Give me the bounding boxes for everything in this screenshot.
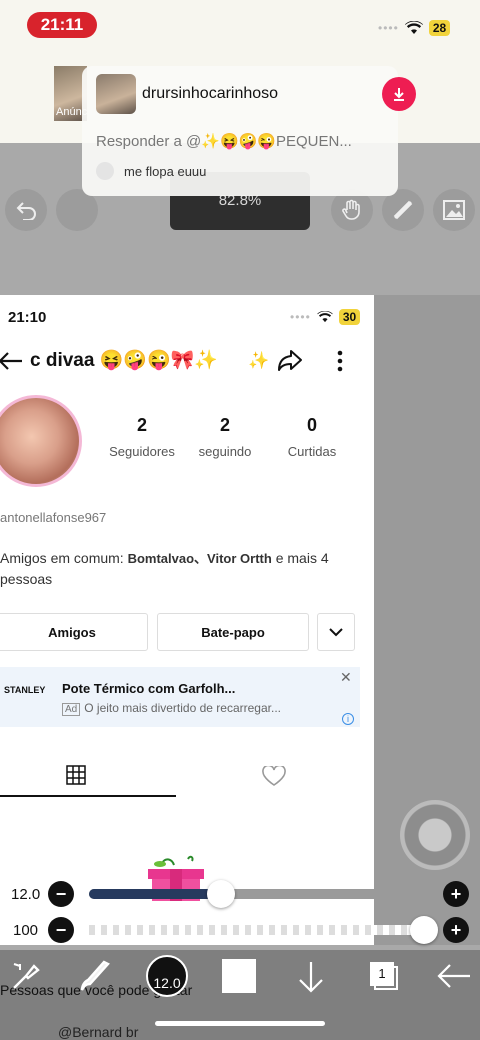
wifi-icon xyxy=(317,311,333,323)
inner-status-indicators: •••• 30 xyxy=(290,309,361,325)
download-button[interactable] xyxy=(382,77,416,111)
sparkle-icon: ✨ xyxy=(248,351,270,370)
opacity-slider[interactable] xyxy=(89,925,427,935)
stat-label: Curtidas xyxy=(287,444,337,459)
status-clock: 21:11 xyxy=(27,12,97,38)
back-arrow-icon xyxy=(0,352,22,370)
brush-size-minus-button[interactable]: − xyxy=(48,881,74,907)
stat-following: 2 seguindo xyxy=(185,415,265,459)
stat-label: Seguidores xyxy=(109,444,175,459)
status-indicators: •••• 28 xyxy=(378,18,451,38)
comment-preview: me flopa euuu xyxy=(96,162,206,180)
heart-icon xyxy=(262,766,286,786)
grid-icon xyxy=(66,765,86,785)
stat-number: 2 xyxy=(136,415,147,435)
ruler-icon xyxy=(393,200,413,220)
ad-tag: Ad xyxy=(62,703,81,716)
brush-size-fill xyxy=(89,889,221,899)
image-icon xyxy=(443,200,465,220)
notification-card[interactable]: drursinhocarinhoso Responder a @✨😝🤪😜PEQU… xyxy=(82,66,416,196)
mutual-prefix: Amigos em comum: xyxy=(0,550,128,566)
wifi-icon xyxy=(404,21,423,34)
tab-indicator xyxy=(0,795,176,797)
inner-status-clock: 21:10 xyxy=(8,309,47,326)
undo-icon xyxy=(16,202,36,220)
quick-menu-button[interactable] xyxy=(400,800,470,870)
signal-icon: •••• xyxy=(290,310,311,324)
avatar xyxy=(96,74,136,114)
friends-button: Amigos xyxy=(0,613,148,651)
brush-size-button[interactable]: 12.0 xyxy=(146,955,188,997)
undo-button[interactable] xyxy=(5,189,47,231)
stanley-logo: STANLEY xyxy=(4,685,46,695)
download-icon xyxy=(394,88,404,101)
profile-name: c divaa 😝🤪😜🎀✨ xyxy=(30,350,218,371)
stat-followers: 2 Seguidores xyxy=(102,415,182,459)
close-icon: ✕ xyxy=(340,669,352,685)
home-indicator xyxy=(155,1021,325,1026)
brush-size-handle[interactable] xyxy=(207,880,235,908)
brush-size-label: 12.0 xyxy=(11,886,41,903)
stat-likes: 0 Curtidas xyxy=(272,415,352,459)
opacity-label: 100 xyxy=(13,922,39,939)
signal-icon: •••• xyxy=(378,21,399,35)
chat-button: Bate-papo xyxy=(157,613,309,651)
avatar xyxy=(96,162,114,180)
mutual-names: Bomtalvao、Vitor Ortth xyxy=(127,551,272,566)
opacity-minus-button[interactable]: − xyxy=(48,917,74,943)
canvas-image: 21:10 •••• 30 c divaa 😝🤪😜🎀✨ ✨ 2 Seguidor… xyxy=(0,295,374,945)
comment-text: me flopa euuu xyxy=(124,163,207,179)
profile-avatar xyxy=(0,395,82,487)
brush-size-plus-button[interactable]: + xyxy=(443,881,469,907)
share-icon xyxy=(278,350,302,371)
brush-tool-icon[interactable] xyxy=(78,960,112,994)
transform-tool-icon[interactable] xyxy=(10,960,42,992)
info-icon: i xyxy=(342,713,354,725)
opacity-handle[interactable] xyxy=(410,916,438,944)
back-arrow-icon[interactable] xyxy=(436,962,472,990)
profile-username: antonellafonse967 xyxy=(0,510,107,525)
notification-username: drursinhocarinhoso xyxy=(142,85,279,102)
ad-banner: STANLEY Pote Térmico com Garfolh... Ad O … xyxy=(0,667,360,727)
reply-input[interactable]: Responder a @✨😝🤪😜PEQUEN... xyxy=(96,132,352,150)
dropdown-button xyxy=(317,613,355,651)
battery-indicator: 28 xyxy=(428,20,451,36)
image-import-button[interactable] xyxy=(433,189,475,231)
ad-subtitle: Ad O jeito mais divertido de recarregar..… xyxy=(62,701,281,716)
down-arrow-icon[interactable] xyxy=(296,960,326,994)
ad-text: O jeito mais divertido de recarregar... xyxy=(84,701,281,715)
color-swatch-button[interactable] xyxy=(222,959,256,993)
ad-title: Pote Térmico com Garfolh... xyxy=(62,681,236,696)
suggested-user: @Bernard br xyxy=(58,1024,139,1040)
stat-number: 2 xyxy=(219,415,230,435)
mutual-friends: Amigos em comum: Bomtalvao、Vitor Ortth e… xyxy=(0,548,360,590)
more-icon xyxy=(337,350,343,372)
chevron-down-icon xyxy=(329,627,343,636)
opacity-plus-button[interactable]: + xyxy=(443,917,469,943)
layer-count: 1 xyxy=(370,962,394,986)
layers-button[interactable]: 1 xyxy=(366,960,400,990)
stat-label: seguindo xyxy=(198,444,252,459)
stat-number: 0 xyxy=(306,415,317,435)
battery-indicator: 30 xyxy=(338,309,361,325)
hand-icon xyxy=(342,199,360,220)
